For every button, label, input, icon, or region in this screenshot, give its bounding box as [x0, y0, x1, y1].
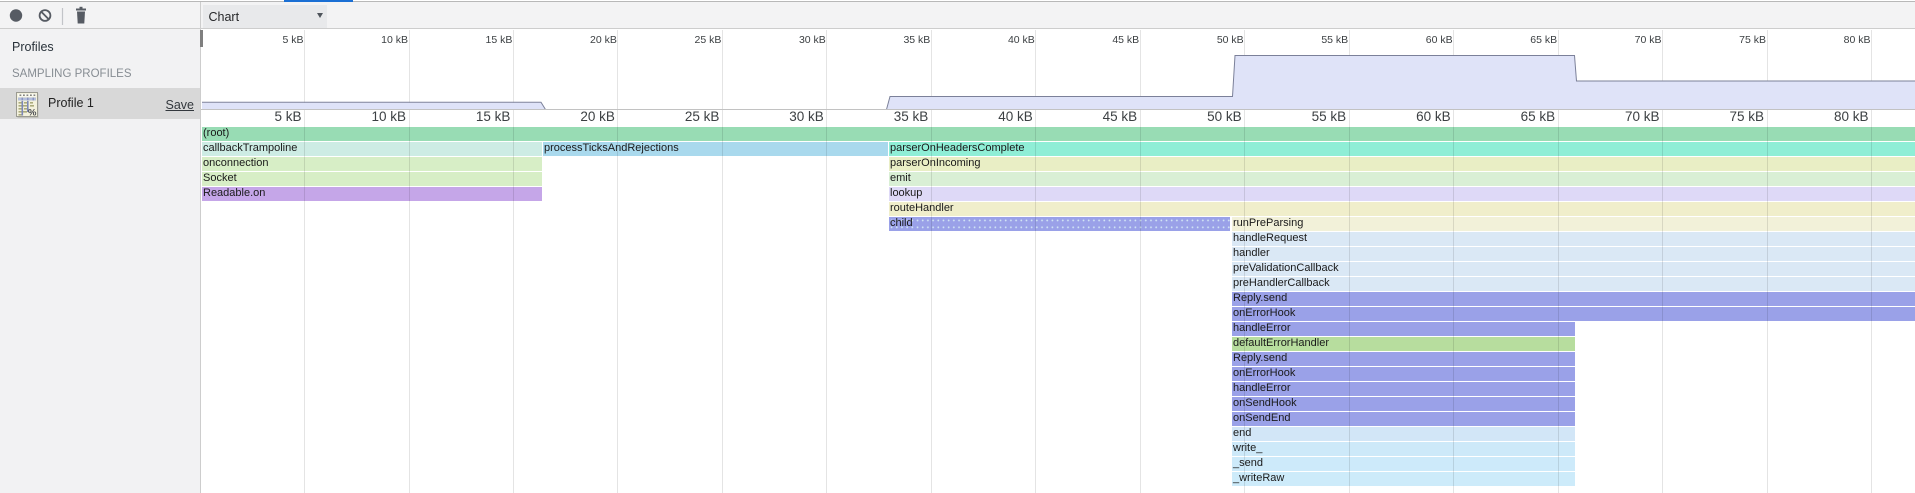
svg-text:%: %	[28, 108, 37, 119]
